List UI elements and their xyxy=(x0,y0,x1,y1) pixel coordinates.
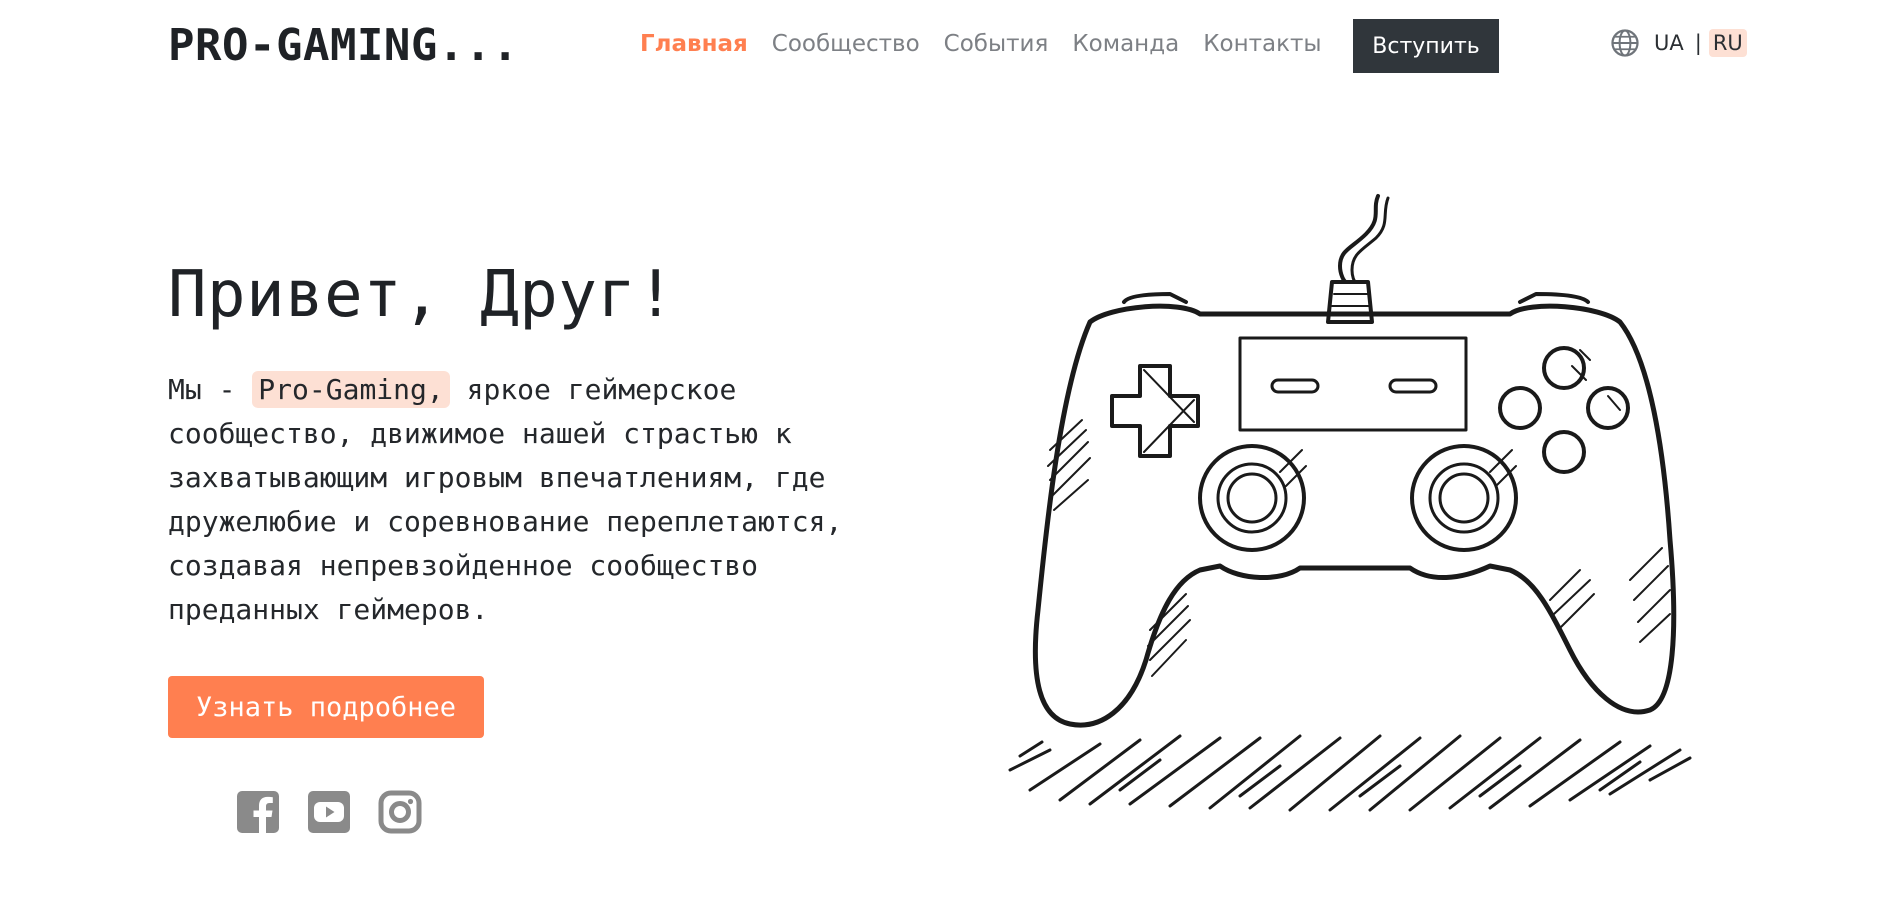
hero-text-after: яркое геймерское сообщество, движимое на… xyxy=(168,373,843,626)
hero-description: Мы - Pro-Gaming, яркое геймерское сообще… xyxy=(168,368,908,632)
language-switcher: UA | RU xyxy=(1610,28,1747,58)
youtube-icon[interactable] xyxy=(307,790,351,834)
lang-option-ru[interactable]: RU xyxy=(1708,29,1747,57)
nav-link-home[interactable]: Главная xyxy=(640,31,748,57)
lang-option-ua[interactable]: UA xyxy=(1650,29,1688,57)
gamepad-illustration xyxy=(990,190,1710,830)
instagram-icon[interactable] xyxy=(378,790,422,834)
hero-title: Привет, Друг! xyxy=(168,258,676,332)
lang-separator: | xyxy=(1694,31,1702,55)
brand-highlight: Pro-Gaming, xyxy=(252,371,450,408)
facebook-icon[interactable] xyxy=(236,790,280,834)
hero-text-before: Мы - xyxy=(168,373,253,406)
globe-icon xyxy=(1611,29,1639,57)
social-links xyxy=(236,790,422,834)
site-header: PRO-GAMING... Главная Сообщество События… xyxy=(0,0,1883,92)
nav-link-events[interactable]: События xyxy=(944,31,1049,57)
nav-link-community[interactable]: Сообщество xyxy=(772,31,920,57)
nav-link-contacts[interactable]: Контакты xyxy=(1203,31,1321,57)
main-nav: Главная Сообщество События Команда Конта… xyxy=(640,31,1322,57)
site-logo[interactable]: PRO-GAMING... xyxy=(168,20,519,71)
join-button[interactable]: Вступить xyxy=(1353,19,1499,73)
nav-link-team[interactable]: Команда xyxy=(1072,31,1179,57)
learn-more-button[interactable]: Узнать подробнее xyxy=(168,676,484,738)
